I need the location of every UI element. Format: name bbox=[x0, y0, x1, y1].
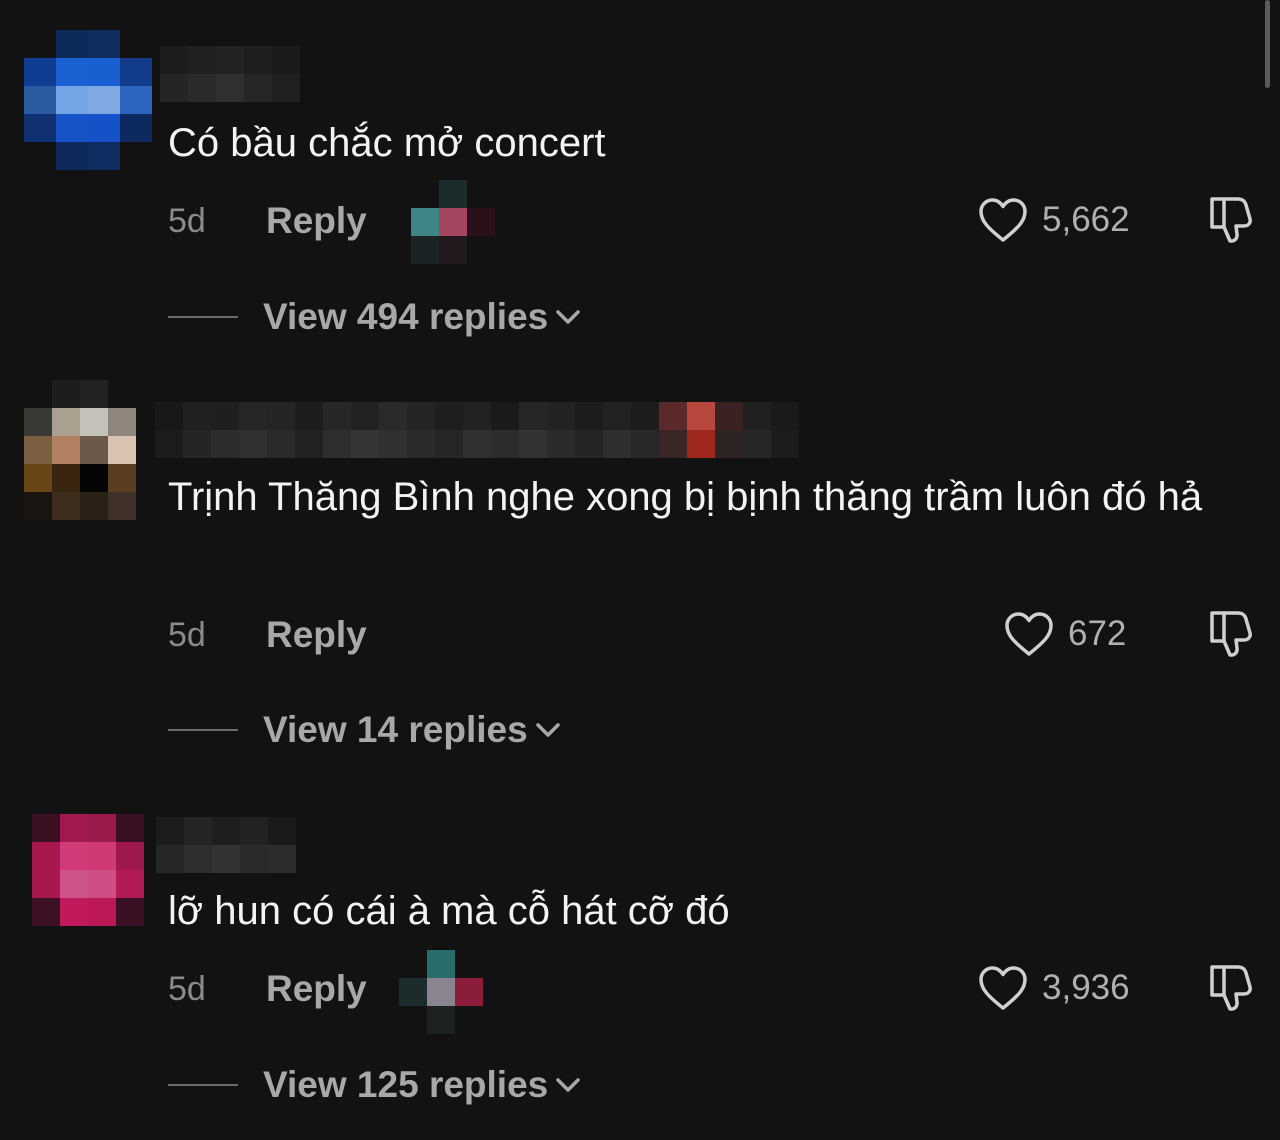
like-count: 672 bbox=[1068, 614, 1127, 653]
view-replies-button[interactable]: View 14 replies bbox=[168, 705, 561, 755]
chevron-down-icon bbox=[556, 1078, 580, 1092]
comment-actions: 5d Reply 3,936 bbox=[168, 950, 1252, 1034]
dislike-icon[interactable] bbox=[1206, 193, 1258, 245]
avatar[interactable] bbox=[32, 814, 144, 926]
view-replies-label: View 14 replies bbox=[263, 709, 528, 750]
comment-item: lỡ hun có cái à mà cỗ hát cỡ đó 5d Reply… bbox=[0, 790, 1280, 1140]
comment-actions: 5d Reply 5,662 bbox=[168, 180, 1252, 264]
dislike-icon[interactable] bbox=[1206, 607, 1258, 659]
like-button[interactable]: 672 bbox=[1004, 604, 1126, 664]
timestamp: 5d bbox=[168, 970, 206, 1008]
timestamp: 5d bbox=[168, 616, 206, 654]
divider-line bbox=[168, 316, 238, 318]
comment-text: Có bầu chắc mở concert bbox=[168, 121, 606, 165]
comment-actions: 5d Reply 672 bbox=[168, 604, 1252, 664]
sticker-image bbox=[411, 180, 495, 264]
heart-icon bbox=[979, 198, 1027, 242]
like-count: 3,936 bbox=[1042, 968, 1130, 1007]
username[interactable] bbox=[156, 817, 296, 873]
timestamp: 5d bbox=[168, 202, 206, 240]
heart-icon bbox=[1005, 612, 1053, 656]
dislike-icon[interactable] bbox=[1206, 961, 1258, 1013]
reply-button[interactable]: Reply bbox=[266, 200, 367, 242]
chevron-down-icon bbox=[556, 310, 580, 324]
comment-text: lỡ hun có cái à mà cỗ hát cỡ đó bbox=[168, 889, 730, 933]
username[interactable] bbox=[160, 46, 300, 102]
sticker-image bbox=[399, 950, 483, 1034]
comment-item: Trịnh Thăng Bình nghe xong bị bịnh thăng… bbox=[0, 360, 1280, 790]
comment-text: Trịnh Thăng Bình nghe xong bị bịnh thăng… bbox=[168, 475, 1203, 519]
view-replies-label: View 125 replies bbox=[263, 1064, 549, 1105]
avatar[interactable] bbox=[24, 30, 152, 170]
chevron-down-icon bbox=[535, 723, 560, 737]
divider-line bbox=[168, 729, 238, 731]
like-count: 5,662 bbox=[1042, 200, 1130, 239]
reply-button[interactable]: Reply bbox=[266, 968, 367, 1010]
like-button[interactable]: 3,936 bbox=[978, 958, 1130, 1018]
username[interactable] bbox=[155, 402, 799, 458]
view-replies-button[interactable]: View 494 replies bbox=[168, 292, 581, 342]
view-replies-label: View 494 replies bbox=[263, 296, 549, 337]
view-replies-button[interactable]: View 125 replies bbox=[168, 1060, 581, 1110]
like-button[interactable]: 5,662 bbox=[978, 190, 1130, 250]
divider-line bbox=[168, 1084, 238, 1086]
comment-item: Có bầu chắc mở concert 5d Reply 5,662 Vi… bbox=[0, 0, 1280, 360]
heart-icon bbox=[979, 966, 1027, 1010]
avatar[interactable] bbox=[24, 380, 136, 520]
reply-button[interactable]: Reply bbox=[266, 614, 367, 656]
